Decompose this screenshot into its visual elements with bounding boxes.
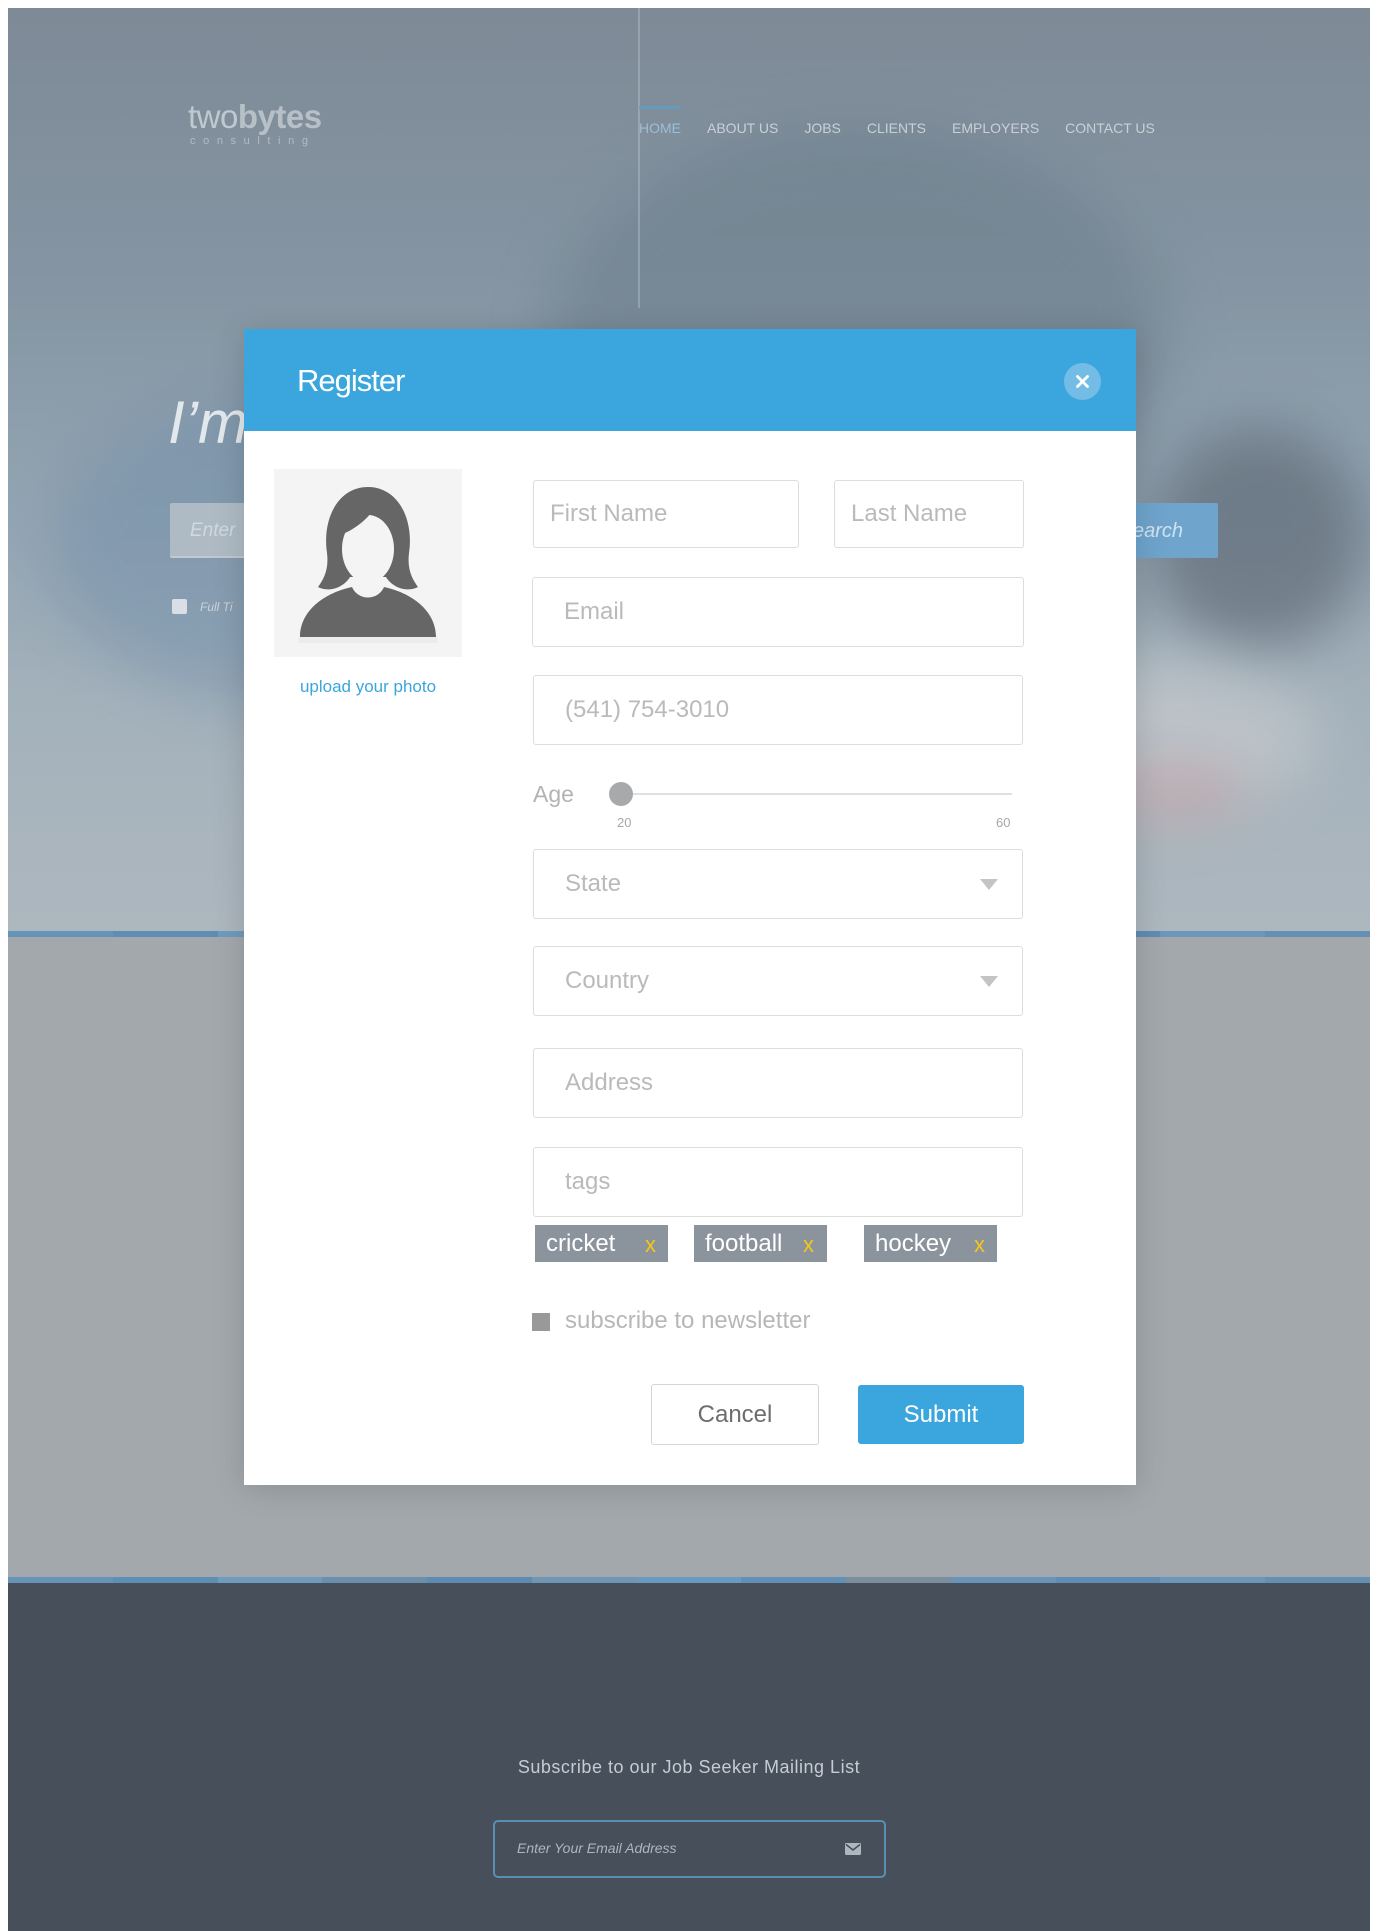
tag-remove-button[interactable]: x [645,1232,656,1258]
modal-title: Register [297,363,405,398]
last-name-field[interactable] [834,480,1024,548]
age-slider[interactable] [609,782,1012,806]
newsletter-label[interactable]: subscribe to newsletter [565,1307,810,1335]
chevron-down-icon [980,976,998,987]
phone-field[interactable] [533,675,1023,745]
envelope-icon[interactable] [845,1843,861,1855]
stripe-segment [112,931,218,937]
register-modal: Register upload your photo First Name La… [244,329,1136,1485]
nav-item-about-us[interactable]: ABOUT US [707,102,778,142]
state-select[interactable]: State [533,849,1023,919]
female-avatar-icon [298,487,438,643]
modal-close-button[interactable] [1064,363,1101,400]
tag-chip: cricket x [535,1225,668,1262]
footer-email-placeholder: Enter Your Email Address [517,1840,677,1856]
submit-button[interactable]: Submit [858,1385,1024,1444]
age-label: Age [533,781,574,807]
hero-search-button-label: earch [1133,520,1184,542]
page-background: twobytes consulting HOME ABOUT US JOBS CLIE… [8,8,1370,1931]
subscribe-title: Subscribe to our Job Seeker Mailing List [517,1757,861,1777]
chevron-down-icon [980,879,998,890]
hero-heading: I’m [168,389,248,456]
state-select-value: State [565,870,622,897]
address-field[interactable] [533,1048,1023,1118]
logo-light: two [188,98,238,135]
last-name-input[interactable] [835,481,1023,547]
modal-header: Register [244,329,1136,431]
logo-wordmark: twobytes [188,100,348,134]
tag-remove-button[interactable]: x [803,1232,814,1258]
logo-bold: bytes [237,98,322,135]
tags-field[interactable] [533,1147,1023,1217]
upload-photo-link[interactable]: upload your photo [274,677,462,697]
age-slider-handle[interactable] [609,782,633,806]
nav-item-jobs[interactable]: JOBS [804,102,841,142]
email-input[interactable] [533,578,1023,646]
country-select-value: Country [565,967,650,994]
tag-list: cricket x football x hockey x [535,1225,1015,1262]
nav-item-contact-us[interactable]: CONTACT US [1065,102,1155,142]
hero-fulltime-checkbox[interactable] [172,599,187,614]
site-logo[interactable]: twobytes consulting [188,100,348,160]
logo-tagline: consulting [190,135,316,147]
tag-label: cricket [546,1229,616,1257]
tags-input[interactable] [534,1148,1022,1216]
hero-fulltime-label: Full Ti [200,600,233,614]
first-name-input[interactable] [534,481,798,547]
address-input[interactable] [534,1049,1022,1117]
nav-item-home[interactable]: HOME [639,102,681,142]
age-max-label: 60 [996,815,1011,830]
main-nav: HOME ABOUT US JOBS CLIENTS EMPLOYERS CONTACT … [639,102,1181,142]
nav-item-clients[interactable]: CLIENTS [867,102,926,142]
hero-search-button[interactable]: earch [1133,503,1218,558]
tag-chip: hockey x [864,1225,997,1262]
tag-remove-button[interactable]: x [974,1232,985,1258]
phone-input[interactable] [534,676,1022,744]
stripe-segment [1160,931,1266,937]
country-select[interactable]: Country [533,946,1023,1016]
hero-search-placeholder: Enter [190,520,236,541]
close-icon [1076,375,1089,388]
newsletter-checkbox[interactable] [532,1313,550,1331]
tag-label: football [705,1229,783,1257]
tag-label: hockey [875,1229,952,1257]
first-name-field[interactable] [533,480,799,548]
age-min-label: 20 [617,815,632,830]
email-field[interactable] [532,577,1024,647]
footer: Subscribe to our Job Seeker Mailing List… [8,1583,1370,1931]
cancel-button[interactable]: Cancel [651,1384,819,1445]
stripe-segment [8,931,113,937]
stripe-segment [1265,931,1370,937]
nav-item-employers[interactable]: EMPLOYERS [952,102,1039,142]
avatar-placeholder[interactable] [274,469,462,657]
footer-email-input[interactable]: Enter Your Email Address [493,1820,886,1878]
tag-chip: football x [694,1225,827,1262]
